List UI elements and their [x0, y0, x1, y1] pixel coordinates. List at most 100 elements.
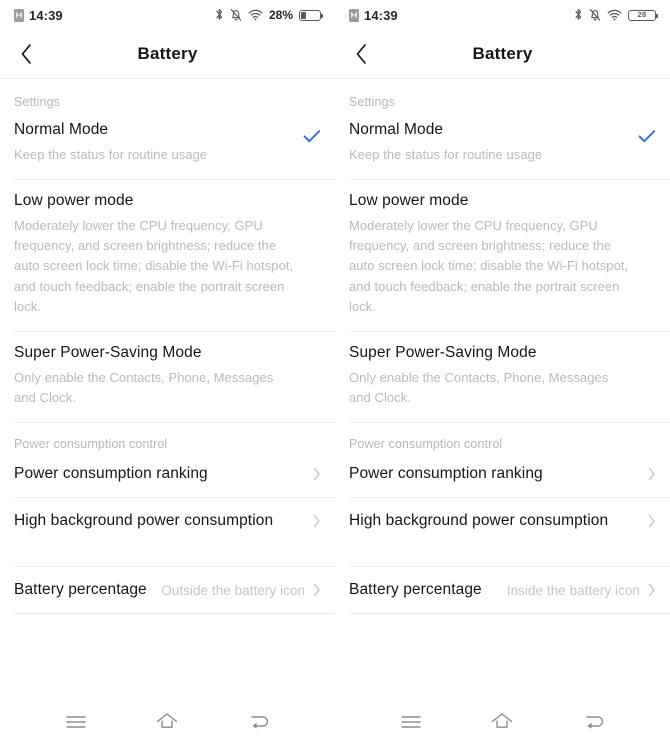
mode-row-super-power-saving[interactable]: Super Power-Saving Mode Only enable the … [349, 330, 670, 422]
menu-icon [66, 716, 86, 728]
section-header-power-control: Power consumption control [349, 437, 503, 452]
home-button[interactable] [144, 705, 190, 739]
chevron-left-icon [21, 44, 31, 64]
mode-row-normal[interactable]: Normal Mode Keep the status for routine … [335, 109, 670, 179]
status-bar-clock: 14:39 [29, 7, 63, 23]
wifi-icon [248, 9, 263, 21]
settings-content: Settings Normal Mode Keep the status for… [0, 79, 335, 700]
status-bar-left: 14:39 [349, 8, 398, 23]
mode-title: Super Power-Saving Mode [14, 343, 202, 361]
row-trailing: Outside the battery icon [161, 583, 321, 598]
mode-title: Low power mode [14, 192, 134, 210]
chevron-left-icon [356, 44, 366, 64]
row-high-background-power-consumption[interactable]: High background power consumption [14, 497, 335, 544]
mode-title: Super Power-Saving Mode [349, 343, 537, 361]
page-title: Battery [137, 44, 198, 63]
row-battery-percentage[interactable]: Battery percentage Outside the battery i… [14, 566, 335, 613]
status-bar: 14:39 28% [0, 0, 335, 30]
bottom-divider [349, 613, 670, 615]
row-label: High background power consumption [14, 512, 274, 530]
back-nav-button[interactable] [236, 705, 282, 739]
chevron-right-icon [313, 467, 320, 481]
row-label: High background power consumption [349, 512, 609, 530]
row-battery-percentage[interactable]: Battery percentage Inside the battery ic… [349, 566, 670, 613]
mode-row-low-power[interactable]: Low power mode Moderately lower the CPU … [349, 179, 670, 331]
bluetooth-icon [575, 9, 582, 20]
app-bar: Battery [0, 30, 335, 79]
back-nav-button[interactable] [571, 705, 617, 739]
status-bar-right: 28% [215, 8, 324, 22]
mode-row-low-power[interactable]: Low power mode Moderately lower the CPU … [14, 179, 335, 331]
bell-muted-icon [230, 9, 242, 21]
row-label: Battery percentage [349, 581, 482, 599]
row-label: Battery percentage [14, 581, 147, 599]
recents-button[interactable] [388, 705, 434, 739]
status-bar-left: 14:39 [14, 8, 63, 23]
app-bar: Battery [335, 30, 670, 79]
mode-description: Only enable the Contacts, Phone, Message… [14, 369, 274, 405]
bluetooth-icon [216, 9, 223, 20]
section-divider [349, 422, 670, 433]
home-icon [492, 713, 513, 728]
battery-percent-inside-label: 28 [637, 10, 647, 20]
row-high-background-power-consumption[interactable]: High background power consumption [349, 497, 670, 544]
mode-description: Moderately lower the CPU frequency, GPU … [14, 218, 294, 314]
sim-card-icon [349, 8, 359, 22]
row-trailing [313, 467, 321, 481]
row-trailing [313, 514, 321, 528]
dual-screenshot-container: 14:39 28% Battery Settings Normal Mode K… [0, 0, 670, 744]
check-icon [638, 129, 656, 149]
sim-card-icon [14, 8, 24, 22]
settings-content: Settings Normal Mode Keep the status for… [335, 79, 670, 700]
row-value: Outside the battery icon [161, 582, 305, 598]
row-value: Inside the battery icon [506, 582, 640, 598]
phone-screen-right: 14:39 28 Battery Settings Normal Mode Ke… [335, 0, 670, 744]
section-header-settings: Settings [349, 95, 395, 109]
home-button[interactable] [479, 705, 525, 739]
bell-muted-icon [589, 9, 601, 21]
mode-row-normal[interactable]: Normal Mode Keep the status for routine … [0, 109, 335, 179]
back-button[interactable] [10, 30, 42, 78]
system-navigation-bar [0, 700, 335, 744]
mode-description: Only enable the Contacts, Phone, Message… [349, 369, 609, 405]
chevron-right-icon [648, 467, 655, 481]
status-bar-clock: 14:39 [364, 7, 398, 23]
section-header-settings: Settings [14, 95, 60, 109]
status-bar: 14:39 28 [335, 0, 670, 30]
page-title: Battery [472, 44, 533, 63]
row-trailing: Inside the battery icon [507, 583, 656, 598]
row-power-consumption-ranking[interactable]: Power consumption ranking [14, 451, 335, 497]
chevron-right-icon [313, 514, 320, 528]
back-return-icon [251, 716, 269, 729]
status-bar-right: 28 [574, 8, 659, 22]
row-label: Power consumption ranking [349, 465, 543, 483]
chevron-right-icon [648, 514, 655, 528]
section-divider [14, 422, 335, 433]
row-power-consumption-ranking[interactable]: Power consumption ranking [349, 451, 670, 497]
check-icon [303, 129, 321, 149]
mode-description: Keep the status for routine usage [349, 147, 543, 162]
system-navigation-bar [335, 700, 670, 744]
battery-percent-label: 28% [268, 8, 293, 22]
mode-row-super-power-saving[interactable]: Super Power-Saving Mode Only enable the … [14, 330, 335, 422]
mode-description: Keep the status for routine usage [14, 147, 208, 162]
menu-icon [401, 716, 421, 728]
row-label: Power consumption ranking [14, 465, 208, 483]
section-header-power-control: Power consumption control [14, 437, 168, 452]
mode-title: Low power mode [349, 192, 469, 210]
row-trailing [648, 467, 656, 481]
back-return-icon [586, 716, 604, 729]
mode-title: Normal Mode [349, 121, 444, 138]
chevron-right-icon [313, 583, 320, 597]
recents-button[interactable] [53, 705, 99, 739]
chevron-right-icon [648, 583, 655, 597]
battery-fill [301, 11, 306, 19]
mode-description: Moderately lower the CPU frequency, GPU … [349, 218, 629, 314]
mode-title: Normal Mode [14, 121, 109, 138]
back-button[interactable] [345, 30, 377, 78]
battery-icon: 28 [628, 9, 659, 21]
row-trailing [648, 514, 656, 528]
bottom-divider [14, 613, 335, 615]
